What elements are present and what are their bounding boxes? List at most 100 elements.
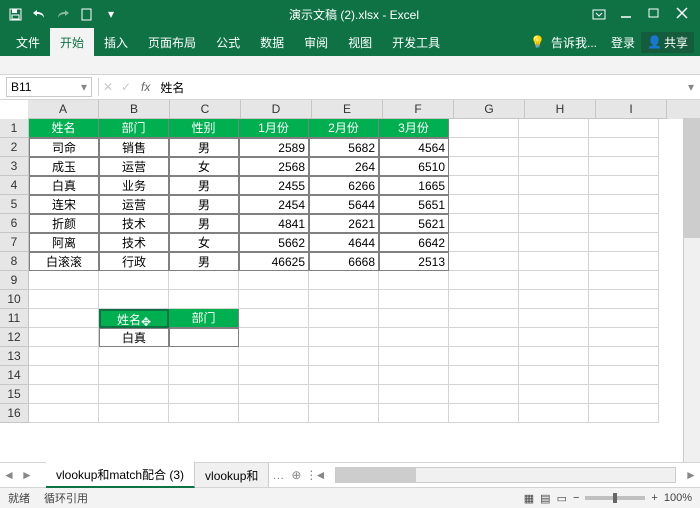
- cell[interactable]: 阿离: [29, 233, 99, 252]
- minimize-icon[interactable]: [620, 7, 634, 21]
- cell[interactable]: [169, 366, 239, 385]
- cell[interactable]: 部门: [169, 309, 239, 328]
- cell[interactable]: [29, 404, 99, 423]
- view-break-icon[interactable]: ▭: [557, 492, 567, 505]
- cell[interactable]: [589, 195, 659, 214]
- cell[interactable]: [309, 347, 379, 366]
- cell[interactable]: [29, 271, 99, 290]
- row-header[interactable]: 5: [0, 195, 29, 214]
- enter-formula-icon[interactable]: ✓: [117, 80, 135, 94]
- cell[interactable]: 男: [169, 252, 239, 271]
- cell[interactable]: 连宋: [29, 195, 99, 214]
- cell[interactable]: [379, 271, 449, 290]
- cell[interactable]: [99, 271, 169, 290]
- cell[interactable]: [309, 385, 379, 404]
- cell[interactable]: [519, 138, 589, 157]
- cell[interactable]: 5644: [309, 195, 379, 214]
- cell[interactable]: 2454: [239, 195, 309, 214]
- cell[interactable]: [519, 119, 589, 138]
- cell[interactable]: [239, 290, 309, 309]
- cell[interactable]: [169, 271, 239, 290]
- hscroll-left-icon[interactable]: ◄: [311, 468, 329, 482]
- login-button[interactable]: 登录: [611, 34, 635, 51]
- cell[interactable]: [589, 271, 659, 290]
- cell[interactable]: 1月份: [239, 119, 309, 138]
- cell[interactable]: [449, 271, 519, 290]
- cell[interactable]: [589, 138, 659, 157]
- cell[interactable]: 2455: [239, 176, 309, 195]
- cell[interactable]: 5682: [309, 138, 379, 157]
- cell[interactable]: [29, 347, 99, 366]
- cell[interactable]: [379, 366, 449, 385]
- cell[interactable]: [239, 366, 309, 385]
- cell[interactable]: [589, 119, 659, 138]
- cell[interactable]: [99, 366, 169, 385]
- row-header[interactable]: 12: [0, 328, 29, 347]
- col-header[interactable]: E: [312, 100, 383, 119]
- cell[interactable]: [449, 252, 519, 271]
- cell[interactable]: 5651: [379, 195, 449, 214]
- cell[interactable]: [169, 328, 239, 347]
- cell[interactable]: [519, 271, 589, 290]
- cell[interactable]: [449, 366, 519, 385]
- cell[interactable]: [169, 404, 239, 423]
- cell[interactable]: [589, 366, 659, 385]
- cell[interactable]: [379, 385, 449, 404]
- cell[interactable]: [29, 290, 99, 309]
- col-header[interactable]: D: [241, 100, 312, 119]
- cell[interactable]: [169, 290, 239, 309]
- tab-formula[interactable]: 公式: [206, 28, 250, 56]
- tab-layout[interactable]: 页面布局: [138, 28, 206, 56]
- cell[interactable]: 男: [169, 214, 239, 233]
- cell[interactable]: [449, 385, 519, 404]
- col-header[interactable]: G: [454, 100, 525, 119]
- cell[interactable]: 2589: [239, 138, 309, 157]
- row-header[interactable]: 14: [0, 366, 29, 385]
- expand-formula-icon[interactable]: ▾: [682, 80, 700, 94]
- tab-view[interactable]: 视图: [338, 28, 382, 56]
- cell[interactable]: [99, 404, 169, 423]
- cell[interactable]: 男: [169, 176, 239, 195]
- row-header[interactable]: 10: [0, 290, 29, 309]
- row-header[interactable]: 4: [0, 176, 29, 195]
- cell[interactable]: 女: [169, 233, 239, 252]
- tab-file[interactable]: 文件: [6, 28, 50, 56]
- cell[interactable]: [239, 328, 309, 347]
- cell[interactable]: [379, 328, 449, 347]
- tab-data[interactable]: 数据: [250, 28, 294, 56]
- cell[interactable]: [449, 119, 519, 138]
- col-header[interactable]: A: [28, 100, 99, 119]
- cell[interactable]: [519, 366, 589, 385]
- horizontal-scrollbar[interactable]: [335, 467, 676, 483]
- cell[interactable]: 技术: [99, 214, 169, 233]
- redo-icon[interactable]: [56, 7, 70, 21]
- cell[interactable]: [239, 347, 309, 366]
- cell[interactable]: [589, 176, 659, 195]
- cell[interactable]: [169, 385, 239, 404]
- view-normal-icon[interactable]: ▦: [524, 492, 534, 505]
- cell[interactable]: 男: [169, 138, 239, 157]
- cell[interactable]: [99, 290, 169, 309]
- cell[interactable]: [379, 309, 449, 328]
- cell[interactable]: 2568: [239, 157, 309, 176]
- col-header[interactable]: B: [99, 100, 170, 119]
- view-page-icon[interactable]: ▤: [540, 492, 550, 505]
- close-icon[interactable]: [676, 7, 690, 21]
- maximize-icon[interactable]: [648, 7, 662, 21]
- col-header[interactable]: H: [525, 100, 596, 119]
- cell[interactable]: [29, 309, 99, 328]
- cell[interactable]: [589, 309, 659, 328]
- cell[interactable]: [519, 233, 589, 252]
- cell[interactable]: [519, 157, 589, 176]
- cell[interactable]: [239, 385, 309, 404]
- qat-dropdown-icon[interactable]: ▾: [104, 7, 118, 21]
- cell[interactable]: 司命: [29, 138, 99, 157]
- cell[interactable]: 4841: [239, 214, 309, 233]
- col-header[interactable]: I: [596, 100, 667, 119]
- cell[interactable]: 部门: [99, 119, 169, 138]
- cell[interactable]: 46625: [239, 252, 309, 271]
- cell[interactable]: [309, 328, 379, 347]
- cell[interactable]: 6668: [309, 252, 379, 271]
- tab-dev[interactable]: 开发工具: [382, 28, 450, 56]
- cell[interactable]: [449, 309, 519, 328]
